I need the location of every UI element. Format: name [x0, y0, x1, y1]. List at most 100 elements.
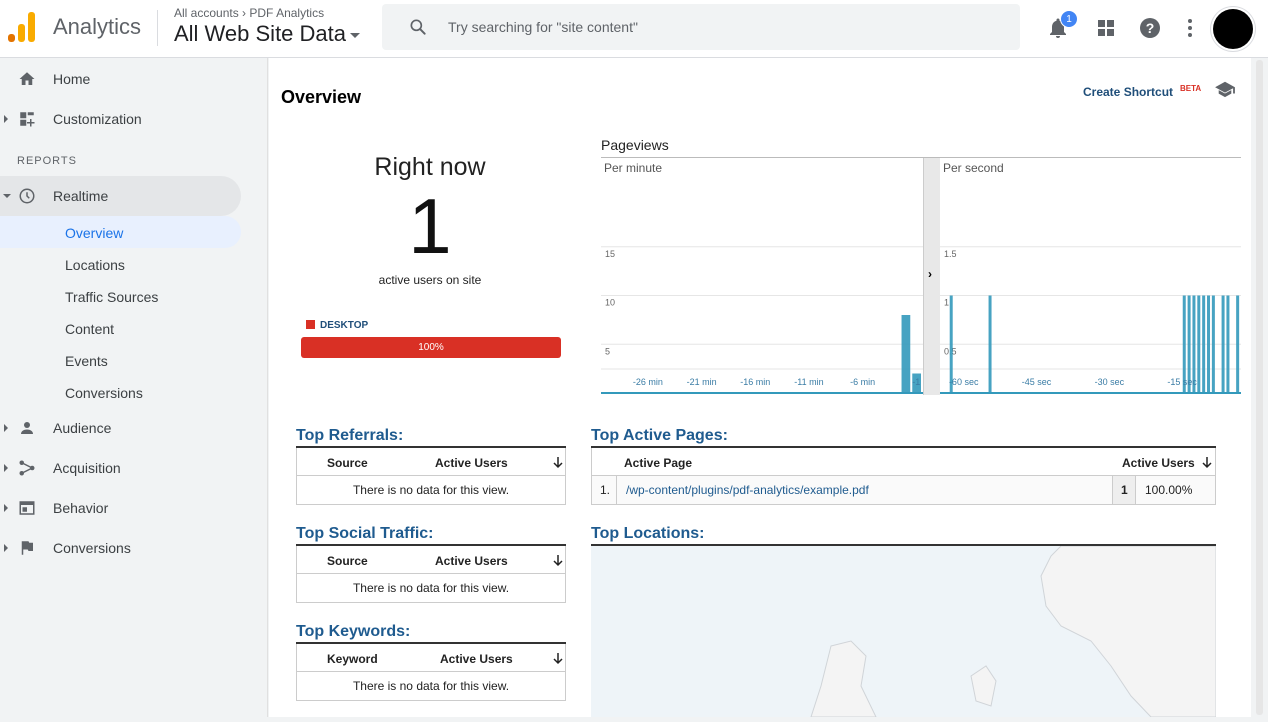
breadcrumb-all-accounts[interactable]: All accounts — [174, 6, 239, 20]
chart-bar — [1236, 295, 1240, 393]
graduation-cap-icon[interactable] — [1214, 80, 1236, 98]
person-icon — [21, 422, 33, 434]
active-users-count: 1 — [408, 182, 452, 270]
sidebar-item-home[interactable]: Home — [0, 59, 268, 99]
map-land-islands — [970, 665, 997, 707]
sidebar-item-audience[interactable]: Audience — [0, 408, 268, 448]
pageviews-title: Pageviews — [601, 137, 669, 153]
chart-splitter[interactable]: › — [923, 158, 940, 395]
x-tick-label: -45 sec — [1022, 377, 1052, 387]
flag-icon — [21, 541, 33, 555]
sort-arrow-down-icon[interactable] — [553, 555, 563, 567]
y-tick-label: 5 — [605, 346, 610, 356]
device-legend: DESKTOP — [306, 320, 368, 331]
apps-grid-icon[interactable] — [1094, 16, 1118, 40]
active-users-label: active users on site — [378, 273, 482, 287]
sort-arrow-down-icon[interactable] — [553, 457, 563, 469]
app-title[interactable]: Analytics — [53, 14, 141, 40]
view-selector[interactable]: All Web Site Data — [174, 21, 361, 47]
x-tick-label: -30 sec — [1095, 377, 1125, 387]
row-percent: 100.00% — [1145, 483, 1193, 497]
locations-map[interactable] — [591, 545, 1217, 718]
sidebar-subitem-locations[interactable]: Locations — [0, 248, 241, 280]
acquisition-icon — [19, 460, 35, 476]
more-vert-icon[interactable] — [1178, 16, 1202, 40]
sort-arrow-down-icon[interactable] — [1202, 457, 1212, 469]
map-land-britain — [810, 640, 877, 718]
search-input[interactable] — [448, 12, 988, 42]
x-tick-label: -21 min — [687, 377, 717, 387]
sidebar-subitem-label: Traffic Sources — [65, 289, 159, 305]
account-breadcrumb[interactable]: All accounts › PDF Analytics — [174, 6, 324, 20]
expand-arrow-icon — [4, 464, 8, 472]
device-legend-label: DESKTOP — [320, 320, 369, 331]
sidebar-item-behavior[interactable]: Behavior — [0, 488, 268, 528]
chart-bar — [1207, 295, 1211, 393]
sidebar-item-conversions[interactable]: Conversions — [0, 528, 268, 568]
sidebar-subitem-conversions[interactable]: Conversions — [0, 376, 241, 408]
top-keywords-title: Top Keywords: — [296, 623, 411, 640]
sidebar-subitem-traffic-sources[interactable]: Traffic Sources — [0, 280, 241, 312]
table-row: There is no data for this view. — [297, 476, 565, 504]
divider — [157, 10, 158, 46]
main-content: Overview Create Shortcut BETA Right now … — [269, 58, 1251, 718]
sidebar-item-acquisition[interactable]: Acquisition — [0, 448, 268, 488]
column-header-active-page[interactable]: Active Page — [624, 456, 692, 470]
x-tick-label: -16 min — [740, 377, 770, 387]
sort-arrow-down-icon[interactable] — [553, 653, 563, 665]
sidebar-subitem-label: Content — [65, 321, 115, 337]
column-header-source[interactable]: Source — [327, 554, 368, 568]
home-icon — [19, 72, 35, 85]
column-header-active-users[interactable]: Active Users — [435, 456, 508, 470]
analytics-logo-icon[interactable] — [8, 12, 36, 42]
chart-bar — [1211, 295, 1215, 393]
empty-message: There is no data for this view. — [352, 483, 510, 497]
reports-header: REPORTS — [17, 155, 77, 167]
dashboard-icon — [20, 112, 35, 127]
avatar[interactable] — [1213, 9, 1253, 49]
chart-subtitle: Per minute — [604, 161, 662, 175]
sidebar-item-customization[interactable]: Customization — [0, 99, 268, 139]
sidebar-item-label: Audience — [53, 420, 112, 436]
empty-message: There is no data for this view. — [352, 581, 510, 595]
column-header-keyword[interactable]: Keyword — [327, 652, 378, 666]
chart-bar — [1226, 295, 1230, 393]
per-second-chart: Per second0.511.5-60 sec-45 sec-30 sec-1… — [940, 161, 1241, 394]
row-index: 1. — [600, 483, 611, 497]
x-tick-label: -60 sec — [949, 377, 979, 387]
column-header-active-users[interactable]: Active Users — [435, 554, 508, 568]
y-tick-label: 1.5 — [944, 249, 957, 259]
right-now-title: Right now — [374, 153, 486, 181]
breadcrumb-property[interactable]: PDF Analytics — [249, 6, 324, 20]
table-row: There is no data for this view. — [297, 672, 565, 700]
column-header-active-users[interactable]: Active Users — [440, 652, 513, 666]
page-scrollbar[interactable] — [1251, 58, 1268, 717]
sidebar-subitem-events[interactable]: Events — [0, 344, 241, 376]
sidebar-subitem-label: Conversions — [65, 385, 143, 401]
per-minute-chart: Per minute 5 10 15 -26 min -21 min -16 min -11 … — [601, 161, 923, 394]
search-box[interactable] — [382, 4, 1020, 50]
top-social-title: Top Social Traffic: — [296, 525, 434, 542]
empty-message: There is no data for this view. — [352, 679, 510, 693]
x-tick-label: -15 sec — [1167, 377, 1197, 387]
chart-subtitle: Per second — [943, 161, 1004, 175]
column-header-active-users[interactable]: Active Users — [1122, 456, 1195, 470]
active-page-link[interactable]: /wp-content/plugins/pdf-analytics/exampl… — [626, 483, 869, 497]
sidebar-subitem-overview[interactable]: Overview — [0, 216, 241, 248]
cell-divider — [616, 476, 617, 504]
top-keywords-table: Keyword Active Users There is no data fo… — [296, 644, 566, 701]
table-header: Source Active Users — [297, 448, 565, 476]
sidebar-item-label: Acquisition — [53, 460, 121, 476]
scrollbar-thumb[interactable] — [1256, 60, 1263, 715]
x-tick-label: -11 min — [794, 377, 823, 387]
create-shortcut-link[interactable]: Create Shortcut — [1083, 85, 1173, 99]
help-icon[interactable]: ? — [1138, 16, 1162, 40]
sidebar-subitem-content[interactable]: Content — [0, 312, 241, 344]
top-bar: Analytics All accounts › PDF Analytics A… — [0, 0, 1268, 58]
sidebar-subitem-label: Overview — [65, 225, 124, 241]
column-header-source[interactable]: Source — [327, 456, 368, 470]
sidebar-item-realtime[interactable]: Realtime — [0, 176, 241, 216]
expand-arrow-icon — [4, 115, 8, 123]
top-referrals-table: Source Active Users There is no data for… — [296, 448, 566, 505]
expand-arrow-icon — [4, 544, 8, 552]
